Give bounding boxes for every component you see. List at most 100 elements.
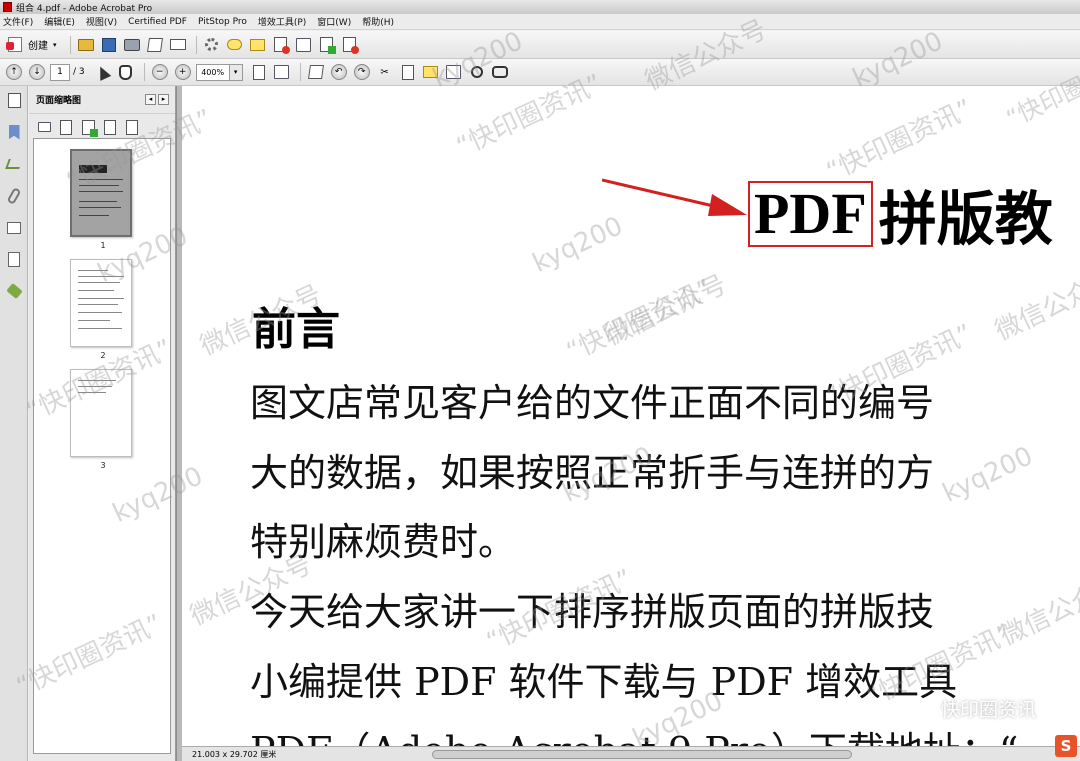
menu-edit[interactable]: 编辑(E): [44, 15, 75, 28]
paste-button[interactable]: [421, 62, 441, 82]
redo-button[interactable]: ↷: [352, 62, 372, 82]
signature-icon: [5, 159, 23, 169]
menu-certified-pdf[interactable]: Certified PDF: [128, 17, 187, 27]
forms-icon: [320, 37, 337, 54]
save-button[interactable]: [99, 35, 119, 55]
previous-page-button[interactable]: ↑: [4, 62, 24, 82]
email-button[interactable]: [168, 35, 188, 55]
collapse-left-button[interactable]: ◂: [145, 94, 156, 105]
page-thumbnail-2[interactable]: [70, 259, 132, 347]
zoom-level-input[interactable]: 400%: [195, 63, 230, 81]
panel-toolbar: [29, 114, 175, 140]
layers-tab[interactable]: [5, 249, 23, 269]
page-thumbnail-1[interactable]: [70, 149, 132, 237]
print-button[interactable]: [122, 35, 142, 55]
forms-button[interactable]: [317, 35, 337, 55]
panel-header: 页面缩略图 ◂ ▸: [29, 86, 175, 114]
brand-text: 快印圈资讯: [941, 699, 1037, 721]
menu-view[interactable]: 视图(V): [86, 15, 117, 28]
multimedia-button[interactable]: [340, 35, 360, 55]
menu-pitstop-pro[interactable]: PitStop Pro: [198, 17, 247, 27]
highlighted-pdf-word: PDF: [748, 181, 873, 247]
extract-page-icon: [126, 119, 138, 135]
fit-page-button[interactable]: [249, 62, 269, 82]
settings-button[interactable]: [202, 35, 222, 55]
red-arrow-annotation: [602, 178, 747, 216]
bookmarks-tab[interactable]: [5, 122, 23, 142]
menu-help[interactable]: 帮助(H): [362, 15, 394, 28]
signatures-tab[interactable]: [5, 154, 23, 174]
page-thumbnails-tab[interactable]: [5, 90, 23, 110]
speech-bubble-icon: [227, 39, 243, 50]
panel-controls: ◂ ▸: [143, 94, 169, 105]
menu-plugins[interactable]: 增效工具(P): [258, 15, 306, 28]
save-icon: [101, 37, 116, 52]
insert-page-button[interactable]: [79, 119, 98, 137]
edit-object-icon: [307, 65, 324, 79]
next-page-button[interactable]: ↓: [27, 62, 47, 82]
comment-button[interactable]: [225, 35, 245, 55]
hand-icon: [119, 64, 133, 80]
paperclip-icon: [6, 187, 22, 205]
snapshot-button[interactable]: [444, 62, 464, 82]
acrobat-app-icon: [3, 2, 12, 12]
plus-icon: +: [174, 64, 191, 80]
rotate-page-icon: [104, 119, 116, 135]
attachments-tab[interactable]: [5, 186, 23, 206]
rotate-page-button[interactable]: [101, 119, 119, 135]
undo-button[interactable]: ↶: [329, 62, 349, 82]
comments-tab[interactable]: [5, 218, 23, 238]
toolbar-divider: [69, 35, 71, 54]
page-number-input[interactable]: 1: [50, 63, 70, 81]
horizontal-scrollbar[interactable]: [432, 750, 852, 759]
scissors-icon: ✂: [380, 66, 389, 78]
advanced-search-button[interactable]: [490, 62, 510, 82]
title-bar: 组合 4.pdf - Adobe Acrobat Pro: [0, 0, 1080, 14]
fit-width-icon: [274, 65, 290, 79]
page-thumbnail-3[interactable]: [70, 369, 132, 457]
document-icon: [8, 251, 20, 267]
tags-tab[interactable]: [5, 281, 23, 301]
zoom-out-button[interactable]: −: [150, 62, 170, 82]
delete-page-icon: [60, 119, 72, 135]
wechat-brand-watermark: 快印圈资讯: [909, 695, 1036, 722]
document-view[interactable]: PDF 拼版教 前言 图文店常见客户给的文件正面不同的编号 大的数据，如果按照正…: [182, 86, 1080, 746]
review-button[interactable]: [294, 35, 314, 55]
section-heading: 前言: [252, 304, 340, 355]
cursor-icon: [94, 63, 111, 81]
document-line: 大的数据，如果按照正常折手与连拼的方: [250, 451, 935, 495]
copy-button[interactable]: [398, 62, 418, 82]
toolbar-divider: [299, 63, 301, 81]
find-button[interactable]: [467, 62, 487, 82]
status-bar: 21.003 x 29.702 厘米: [182, 746, 1080, 761]
menu-window[interactable]: 窗口(W): [317, 15, 351, 28]
options-button[interactable]: [35, 119, 53, 135]
collapse-right-button[interactable]: ▸: [158, 94, 169, 105]
fit-width-button[interactable]: [272, 62, 292, 82]
menu-file[interactable]: 文件(F): [3, 15, 33, 28]
toolbar-divider: [195, 35, 197, 54]
select-tool-button[interactable]: [93, 62, 113, 82]
clipboard-icon: [423, 66, 439, 78]
tag-icon: [5, 282, 23, 300]
minus-icon: −: [151, 64, 168, 80]
open-button[interactable]: [76, 35, 96, 55]
zoom-in-button[interactable]: +: [173, 62, 193, 82]
edit-document-button[interactable]: [145, 35, 165, 55]
secure-button[interactable]: [271, 35, 291, 55]
secure-document-icon: [274, 37, 291, 54]
multimedia-icon: [343, 37, 360, 54]
chevron-down-icon: ▾: [53, 40, 57, 49]
review-document-icon: [296, 37, 312, 52]
document-title-rest: 拼版教: [878, 187, 1053, 252]
printer-icon: [123, 38, 140, 51]
sign-button[interactable]: [248, 35, 268, 55]
options-icon: [37, 122, 51, 132]
zoom-dropdown[interactable]: ▾: [229, 63, 243, 81]
cut-button[interactable]: ✂: [375, 62, 395, 82]
edit-object-button[interactable]: [306, 62, 326, 82]
create-button[interactable]: 创建 ▾: [4, 35, 61, 55]
delete-page-button[interactable]: [57, 119, 75, 135]
extract-page-button[interactable]: [123, 119, 141, 135]
hand-tool-button[interactable]: [116, 62, 136, 82]
